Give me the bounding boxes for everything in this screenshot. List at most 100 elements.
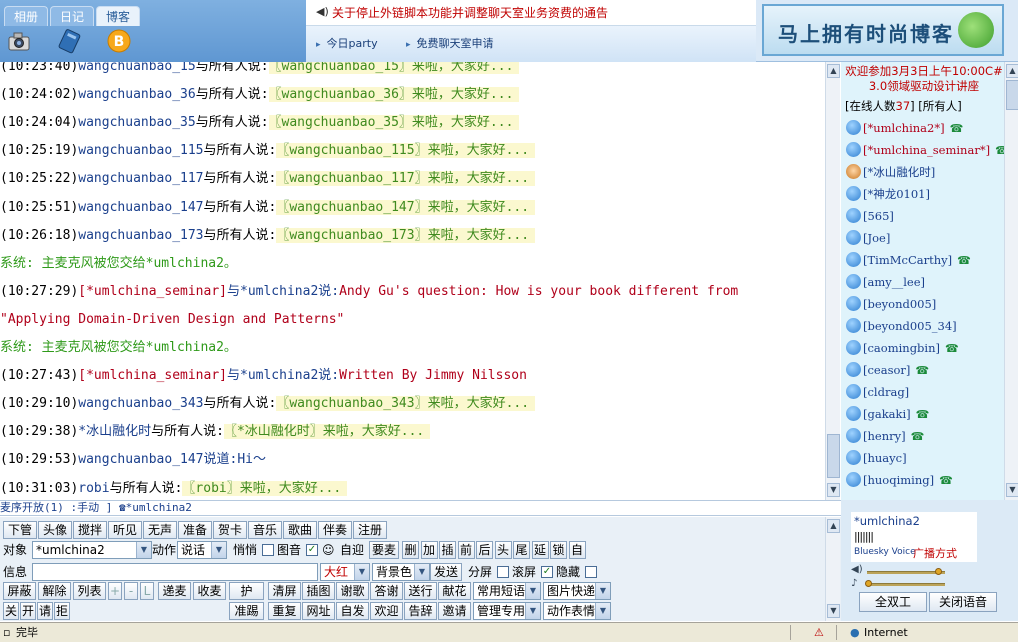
pass-mic-button[interactable]: 递麦 — [158, 582, 191, 600]
user-list-item[interactable]: [beyond005_34] — [846, 316, 957, 336]
mic-volume-handle[interactable] — [865, 580, 872, 587]
link-party[interactable]: ▸ 今日party — [316, 35, 378, 51]
l-button[interactable]: L — [140, 582, 154, 600]
split-screen-checkbox[interactable] — [497, 566, 509, 578]
toolbar-button[interactable]: 下管 — [3, 521, 37, 539]
sender-name[interactable]: wangchuanbao_35 — [78, 115, 195, 130]
take-mic-button[interactable]: 收麦 — [193, 582, 226, 600]
quasi-kick-button[interactable]: 准踢 — [229, 602, 264, 620]
toolbar-button[interactable]: 无声 — [143, 521, 177, 539]
full-duplex-button[interactable]: 全双工 — [859, 592, 927, 612]
sender-name[interactable]: wangchuanbao_15 — [78, 62, 195, 74]
scroll-up-button[interactable]: ▲ — [1006, 64, 1018, 78]
protect-button[interactable]: 护 — [229, 582, 264, 600]
plus-button[interactable]: + — [108, 582, 122, 600]
sender-name[interactable]: wangchuanbao_117 — [78, 171, 203, 186]
speaker-volume-slider[interactable] — [867, 571, 945, 574]
notebook-icon[interactable] — [56, 28, 82, 54]
user-list-scrollbar[interactable]: ▲ ▼ — [1004, 62, 1018, 500]
user-list-item[interactable]: [caomingbin] ☎ — [846, 338, 959, 358]
mic-queue-button[interactable]: 尾 — [513, 541, 530, 559]
sender-name[interactable]: [*umlchina_seminar] — [78, 284, 227, 299]
mic-queue-button[interactable]: 前 — [457, 541, 475, 559]
all-users-link[interactable]: [所有人] — [918, 99, 961, 113]
extra-checkbox[interactable] — [585, 566, 597, 578]
chat-log[interactable]: (10:23:40)wangchuanbao_15与所有人说:〖wangchua… — [0, 62, 825, 500]
toolbar-button[interactable]: 重复 — [268, 602, 301, 620]
toolbar-button[interactable]: 答谢 — [370, 582, 403, 600]
chat-scrollbar[interactable]: ▲ ▼ — [825, 62, 840, 500]
user-list-item[interactable]: [565] — [846, 206, 894, 226]
link-free-room[interactable]: ▸ 免费聊天室申请 — [406, 35, 494, 51]
toolbar-button[interactable]: 网址 — [302, 602, 335, 620]
message-input[interactable] — [32, 563, 318, 581]
blog-icon[interactable]: B — [106, 28, 132, 54]
user-list-item[interactable]: [*umlchina2*] ☎ — [846, 118, 963, 138]
user-list-item[interactable]: [amy__lee] — [846, 272, 925, 292]
sender-name[interactable]: *冰山融化时 — [78, 424, 151, 439]
close-voice-button[interactable]: 关闭语音 — [929, 592, 997, 612]
toolbar-button[interactable]: 准备 — [178, 521, 212, 539]
picture-express-select[interactable]: 图片快递 ▼ — [543, 582, 611, 600]
scroll-up-button[interactable]: ▲ — [827, 519, 840, 533]
toolbar-button[interactable]: 清屏 — [268, 582, 301, 600]
toolbar-button[interactable]: 歌曲 — [283, 521, 317, 539]
toolbar-button[interactable]: 伴奏 — [318, 521, 352, 539]
manager-select[interactable]: 管理专用 ▼ — [473, 602, 541, 620]
toolbar-button[interactable]: 谢歌 — [336, 582, 369, 600]
mic-queue-button[interactable]: 自 — [568, 541, 586, 559]
scroll-down-button[interactable]: ▼ — [827, 483, 840, 497]
background-color-select[interactable]: 背景色 ▼ — [372, 563, 430, 581]
notice-link[interactable]: 关于停止外链脚本功能并调整聊天室业务资费的通告 — [332, 4, 608, 21]
mic-volume-slider[interactable] — [867, 583, 945, 586]
sender-name[interactable]: wangchuanbao_173 — [78, 228, 203, 243]
mic-queue-button[interactable]: 加 — [420, 541, 438, 559]
user-list-item[interactable]: [beyond005] — [846, 294, 936, 314]
mic-queue-button[interactable]: 插 — [439, 541, 456, 559]
sender-name[interactable]: wangchuanbao_147 — [78, 200, 203, 215]
common-phrase-select[interactable]: 常用短语 ▼ — [473, 582, 541, 600]
scroll-down-button[interactable]: ▼ — [1006, 483, 1018, 497]
toolbar-button[interactable]: 注册 — [353, 521, 387, 539]
smiley-icon[interactable]: ☺ — [322, 542, 335, 558]
toolbar-button[interactable]: 邀请 — [438, 602, 471, 620]
user-list-item[interactable]: [henry] ☎ — [846, 426, 924, 446]
camera-icon[interactable] — [6, 28, 32, 54]
mic-queue-button[interactable]: 延 — [531, 541, 549, 559]
user-list-item[interactable]: [huayc] — [846, 448, 907, 468]
toolbar-button[interactable]: 欢迎 — [370, 602, 403, 620]
admin-button[interactable]: 关 — [3, 602, 19, 620]
tab-album[interactable]: 相册 — [4, 6, 48, 26]
block-button[interactable]: 屏蔽 — [3, 582, 36, 600]
toolbar-button[interactable]: 告辞 — [404, 602, 437, 620]
toolbar-button[interactable]: 送行 — [404, 582, 437, 600]
user-list-item[interactable]: [Joe] — [846, 228, 890, 248]
sender-name[interactable]: robi — [78, 481, 109, 496]
scroll-thumb[interactable] — [827, 434, 840, 478]
tab-blog[interactable]: 博客 — [96, 6, 140, 26]
toolbar-button[interactable]: 插图 — [302, 582, 335, 600]
mic-queue-button[interactable]: 后 — [476, 541, 493, 559]
pic-sound-checkbox[interactable] — [262, 544, 274, 556]
minus-button[interactable]: - — [124, 582, 138, 600]
admin-button[interactable]: 请 — [37, 602, 53, 620]
request-mic-button[interactable]: 要麦 — [369, 541, 399, 559]
controls-scrollbar[interactable]: ▲ ▼ — [825, 517, 840, 621]
admin-button[interactable]: 拒 — [54, 602, 70, 620]
scroll-thumb[interactable] — [1006, 80, 1018, 110]
toolbar-button[interactable]: 献花 — [438, 582, 471, 600]
mic-queue-button[interactable]: 头 — [494, 541, 512, 559]
sender-name[interactable]: wangchuanbao_36 — [78, 87, 195, 102]
toolbar-button[interactable]: 听见 — [108, 521, 142, 539]
sender-name[interactable]: wangchuanbao_147 — [78, 452, 203, 467]
sender-name[interactable]: [*umlchina_seminar] — [78, 368, 227, 383]
send-button[interactable]: 发送 — [430, 563, 462, 581]
scroll-down-button[interactable]: ▼ — [827, 604, 840, 618]
blog-banner[interactable]: 马上拥有时尚博客 — [762, 4, 1004, 56]
toolbar-button[interactable]: 头像 — [38, 521, 72, 539]
admin-button[interactable]: 开 — [20, 602, 36, 620]
user-list-item[interactable]: [cldrag] — [846, 382, 909, 402]
auto-welcome-checkbox[interactable]: ✓ — [306, 544, 318, 556]
user-list-item[interactable]: [*神龙0101] — [846, 184, 930, 204]
hide-checkbox[interactable]: ✓ — [541, 566, 553, 578]
